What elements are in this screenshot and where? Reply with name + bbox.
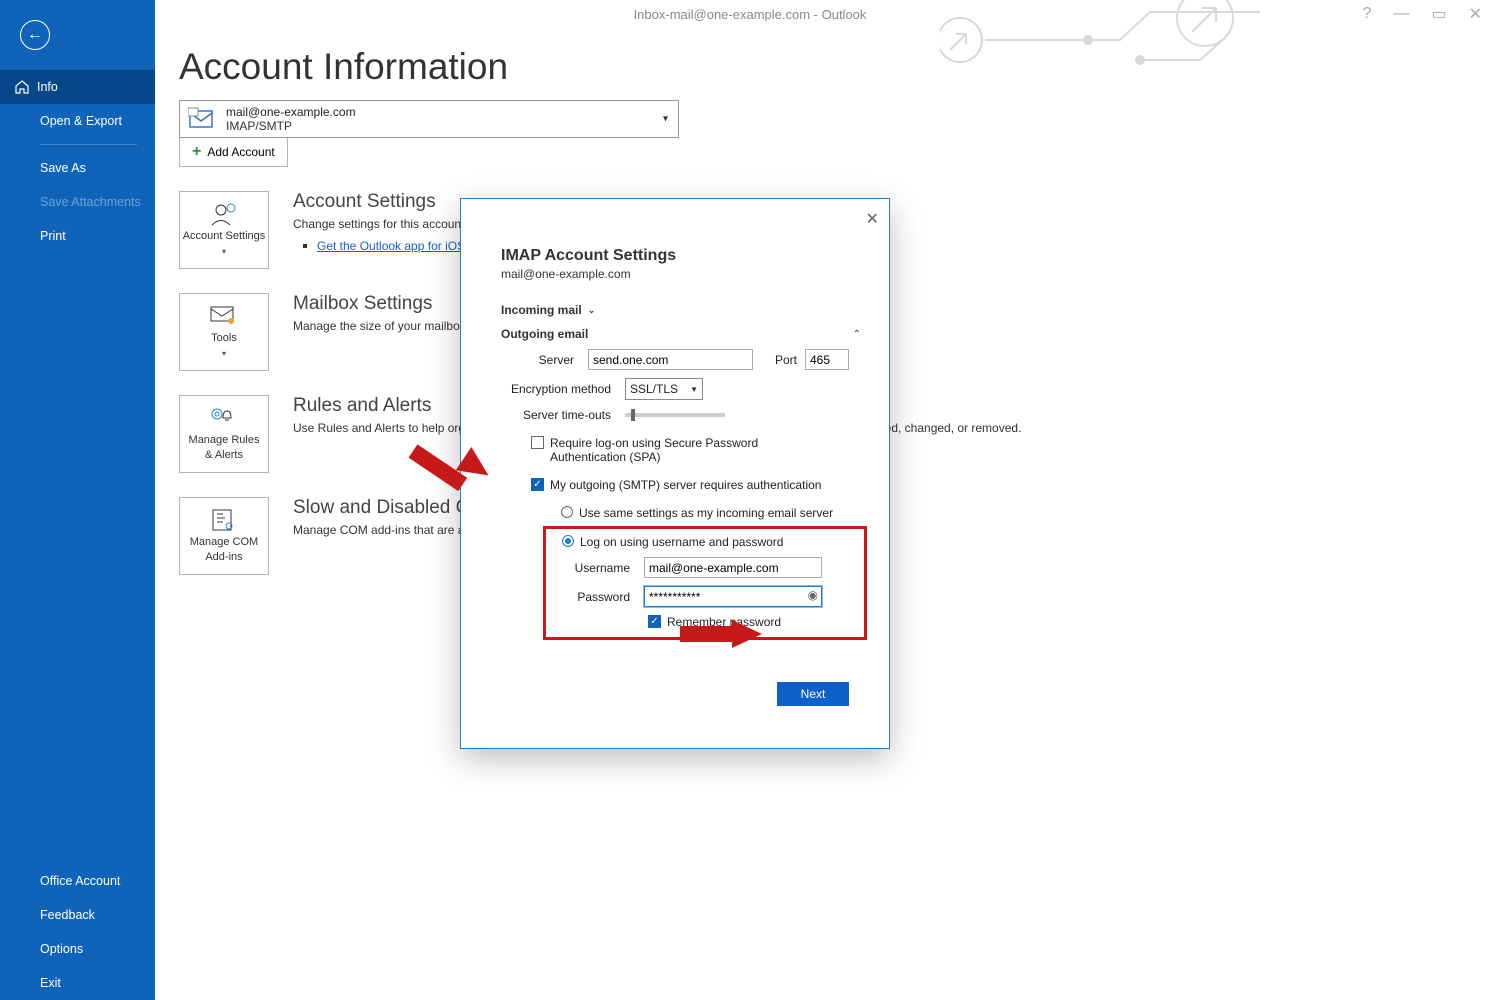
page-title: Account Information (179, 46, 1476, 88)
manage-addins-tile[interactable]: Manage COMAdd-ins (179, 497, 269, 575)
chevron-down-icon: ▾ (663, 114, 668, 125)
credentials-highlight: Log on using username and password Usern… (543, 526, 867, 640)
sidebar-item-office-account[interactable]: Office Account (0, 864, 155, 898)
logon-userpass-label: Log on using username and password (580, 535, 783, 549)
chevron-up-icon: ⌃ (853, 329, 861, 340)
info-home-icon (15, 80, 29, 94)
port-input[interactable] (805, 349, 849, 370)
outgoing-email-section[interactable]: Outgoing email (501, 327, 849, 341)
sidebar-item-info[interactable]: Info (0, 70, 155, 104)
smtp-auth-checkbox[interactable]: ✓ (531, 478, 544, 491)
port-label: Port (775, 353, 797, 367)
backstage-sidebar: ← Info Open & Export Save As Save Attach… (0, 0, 155, 1000)
sidebar-label: Info (37, 80, 58, 94)
addins-icon (209, 508, 239, 532)
remember-password-checkbox[interactable]: ✓ (648, 615, 661, 628)
sidebar-item-save-as[interactable]: Save As (0, 151, 155, 185)
incoming-mail-section[interactable]: Incoming mail⌄ (501, 303, 849, 317)
window-controls: ? — ▭ ✕ (1363, 0, 1500, 28)
imap-settings-dialog: ✕ IMAP Account Settings mail@one-example… (460, 198, 890, 749)
account-protocol: IMAP/SMTP (226, 119, 356, 133)
server-label: Server (501, 353, 580, 367)
back-arrow-icon: ← (20, 20, 50, 50)
chevron-down-icon: ⌄ (588, 305, 596, 316)
minimize-icon[interactable]: — (1393, 5, 1409, 23)
sidebar-item-print[interactable]: Print (0, 219, 155, 253)
use-same-label: Use same settings as my incoming email s… (579, 506, 833, 520)
rules-bell-icon (209, 406, 239, 430)
dialog-close-icon[interactable]: ✕ (866, 209, 879, 229)
account-dropdown[interactable]: mail@one-example.com IMAP/SMTP ▾ (179, 100, 679, 138)
dialog-title: IMAP Account Settings (501, 247, 849, 265)
chevron-down-icon: ▾ (222, 347, 226, 360)
spa-label: Require log-on using Secure Password Aut… (550, 436, 820, 464)
sidebar-item-options[interactable]: Options (0, 932, 155, 966)
mailbox-tools-icon (209, 304, 239, 328)
add-account-button[interactable]: + Add Account (179, 137, 288, 167)
username-input[interactable] (644, 557, 822, 578)
spa-checkbox[interactable] (531, 436, 544, 449)
sidebar-item-save-attachments: Save Attachments (0, 185, 155, 219)
encryption-select[interactable]: SSL/TLS (625, 378, 703, 400)
help-icon[interactable]: ? (1363, 5, 1372, 23)
back-button[interactable]: ← (0, 0, 155, 70)
password-input[interactable] (644, 586, 822, 607)
chevron-down-icon: ▾ (222, 245, 226, 258)
close-icon[interactable]: ✕ (1469, 4, 1482, 24)
sidebar-divider (40, 144, 137, 145)
mail-account-icon (188, 106, 216, 132)
account-settings-tile[interactable]: Account Settings▾ (179, 191, 269, 269)
use-same-radio[interactable] (561, 506, 573, 518)
window-title: Inbox-mail@one-example.com - Outlook (0, 0, 1500, 28)
show-password-icon[interactable]: ◉ (808, 588, 818, 602)
sidebar-item-open-export[interactable]: Open & Export (0, 104, 155, 138)
encryption-label: Encryption method (501, 382, 617, 396)
maximize-icon[interactable]: ▭ (1431, 4, 1446, 24)
timeouts-label: Server time-outs (501, 408, 617, 422)
plus-icon: + (192, 143, 201, 161)
server-input[interactable] (588, 349, 753, 370)
dialog-email: mail@one-example.com (501, 267, 849, 281)
timeout-slider[interactable] (625, 413, 725, 417)
person-gear-icon (209, 202, 239, 226)
username-label: Username (556, 561, 636, 575)
manage-rules-tile[interactable]: Manage Rules& Alerts (179, 395, 269, 473)
next-button[interactable]: Next (777, 682, 849, 706)
sidebar-item-exit[interactable]: Exit (0, 966, 155, 1000)
smtp-auth-label: My outgoing (SMTP) server requires authe… (550, 478, 821, 492)
tools-tile[interactable]: Tools▾ (179, 293, 269, 371)
password-label: Password (556, 590, 636, 604)
logon-userpass-radio[interactable] (562, 535, 574, 547)
account-email: mail@one-example.com (226, 105, 356, 119)
sidebar-item-feedback[interactable]: Feedback (0, 898, 155, 932)
